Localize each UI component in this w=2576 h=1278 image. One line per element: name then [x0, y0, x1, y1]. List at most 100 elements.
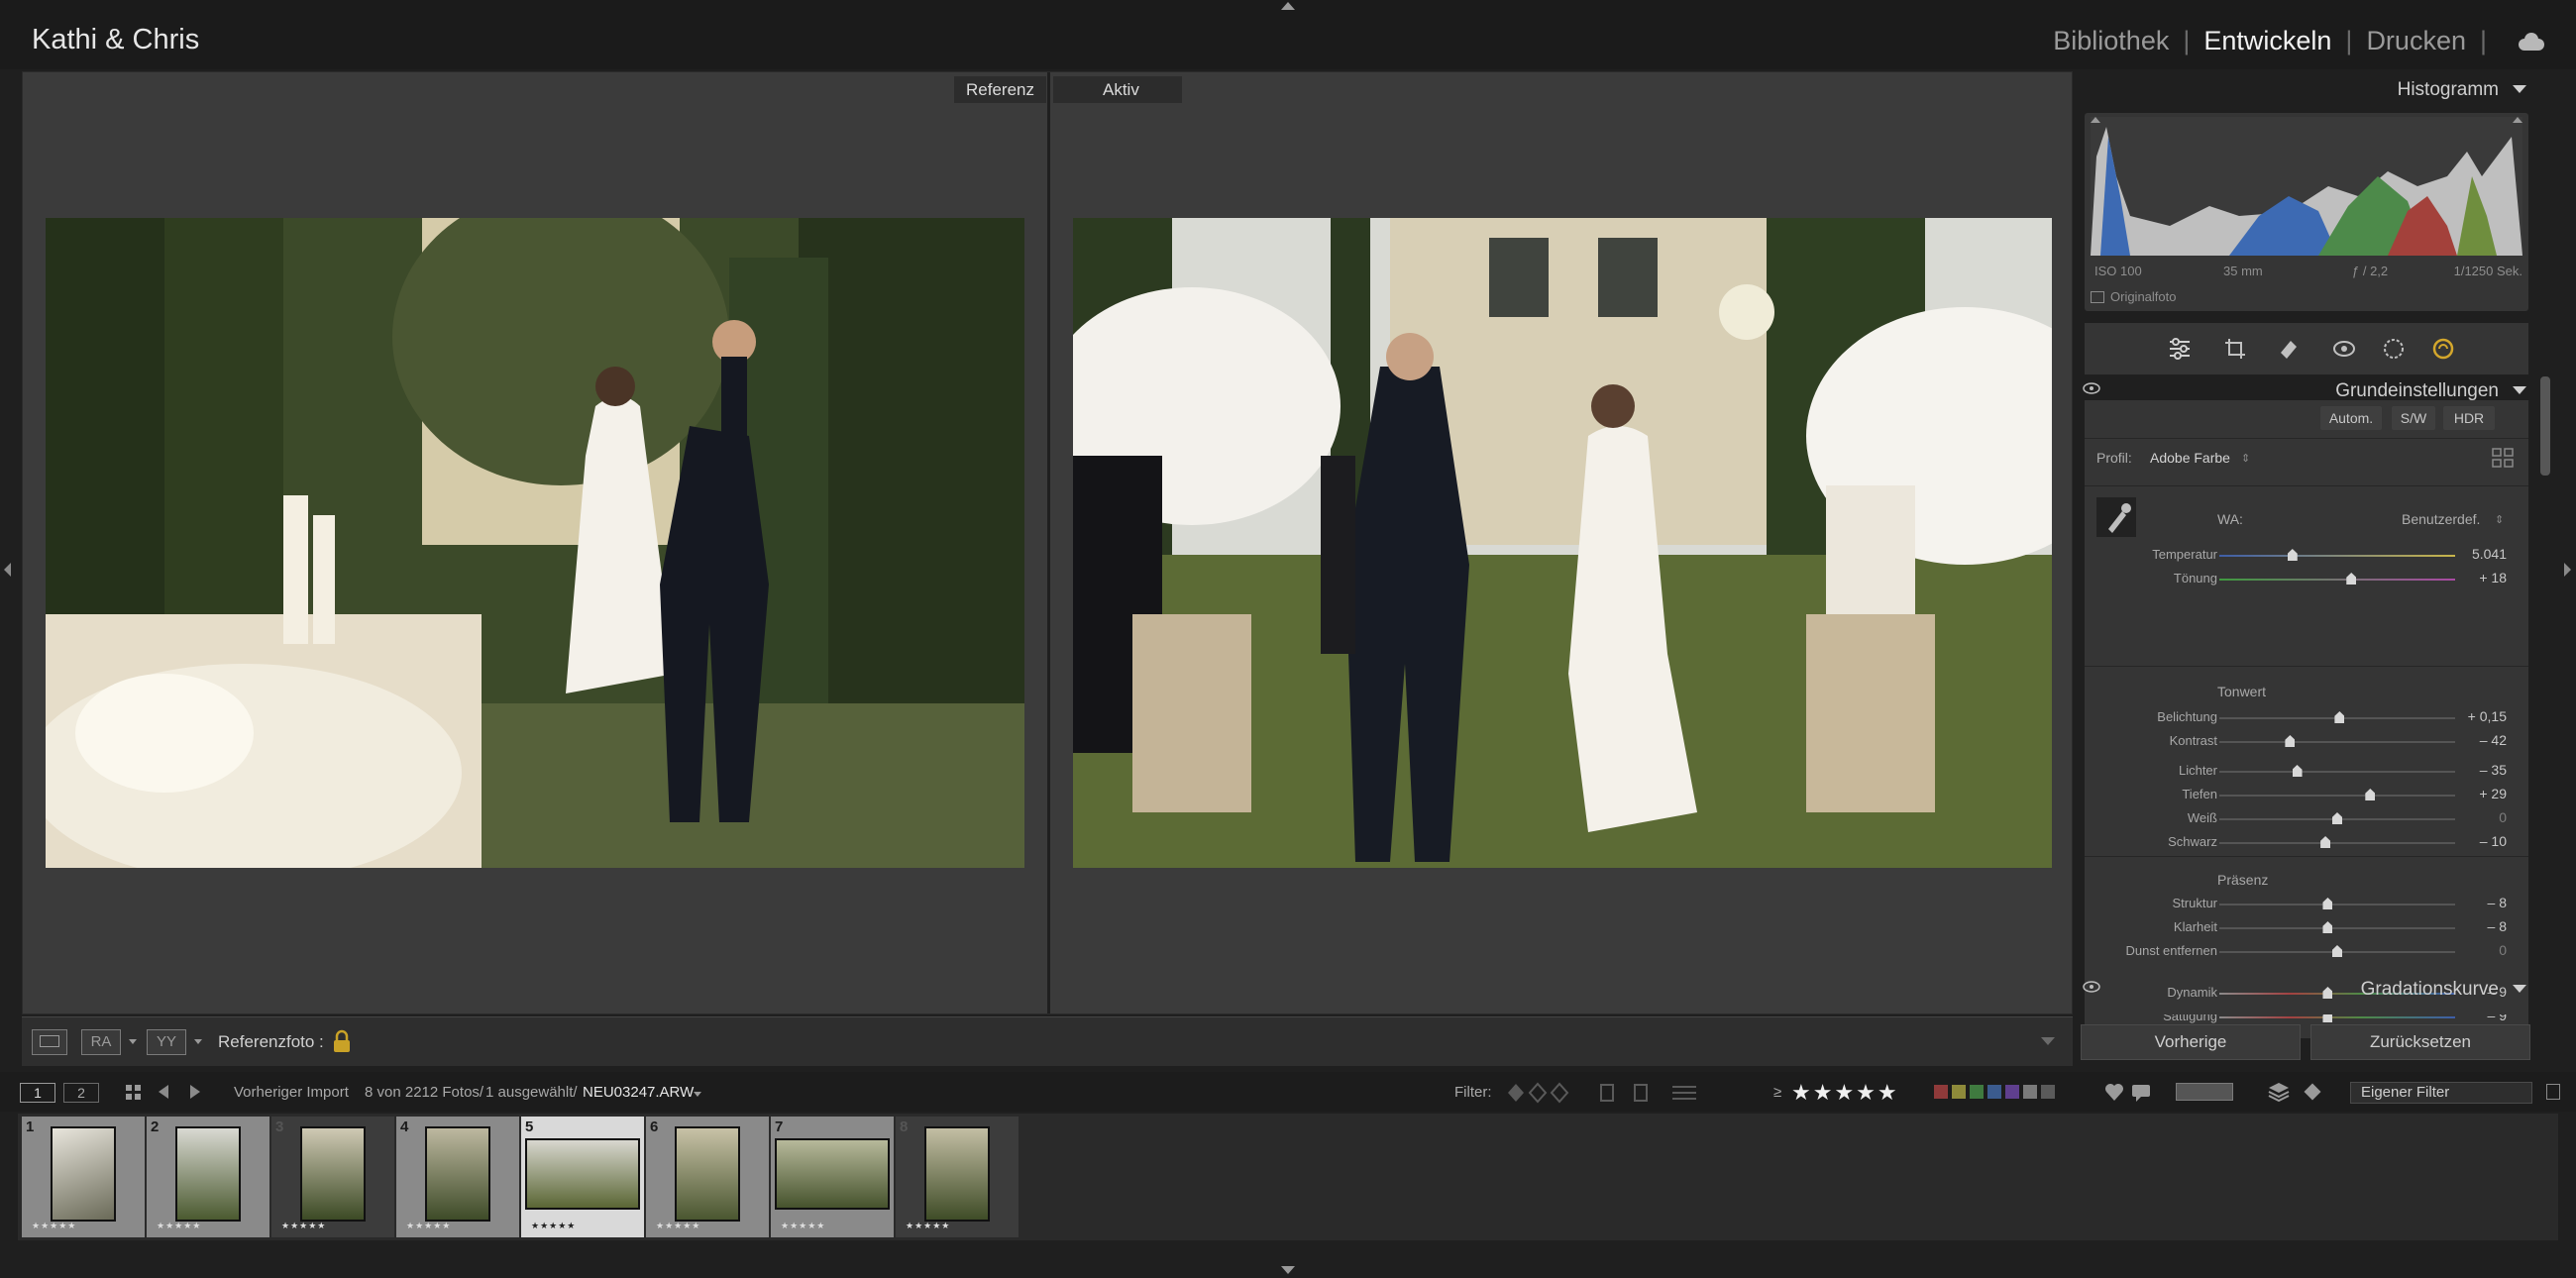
- masking-icon[interactable]: [2382, 337, 2406, 361]
- reset-button[interactable]: Zurücksetzen: [2310, 1024, 2530, 1060]
- filmstrip-thumbnail[interactable]: 7 ★★★★★: [771, 1117, 894, 1237]
- custom-label-swatch[interactable]: [2023, 1085, 2037, 1099]
- slider-track[interactable]: [2219, 1011, 2455, 1022]
- slider-track[interactable]: [2219, 812, 2455, 824]
- slider-handle[interactable]: [2285, 735, 2296, 747]
- red-eye-icon[interactable]: [2332, 337, 2356, 361]
- filter-lock-icon[interactable]: [2546, 1084, 2560, 1100]
- source-label[interactable]: Vorheriger Import: [234, 1084, 349, 1101]
- slider-track[interactable]: [2219, 921, 2455, 933]
- layers-icon[interactable]: [2267, 1081, 2291, 1103]
- back-arrow-icon[interactable]: [159, 1085, 168, 1099]
- previous-settings-button[interactable]: Vorherige: [2081, 1024, 2301, 1060]
- slider-handle[interactable]: [2332, 812, 2342, 824]
- red-label-swatch[interactable]: [1934, 1085, 1948, 1099]
- healing-icon[interactable]: [2277, 337, 2301, 361]
- highlight-clipping-icon[interactable]: [2513, 117, 2522, 123]
- filmstrip-thumbnail[interactable]: 6 ★★★★★: [646, 1117, 769, 1237]
- basic-panel-title[interactable]: Grundeinstellungen: [2335, 380, 2499, 402]
- slider-handle[interactable]: [2365, 789, 2376, 800]
- module-library[interactable]: Bibliothek: [2053, 26, 2169, 56]
- filmstrip-thumbnail[interactable]: 4 ★★★★★: [396, 1117, 519, 1237]
- lock-icon[interactable]: [331, 1029, 353, 1053]
- slider-value[interactable]: + 0,15: [2468, 708, 2507, 724]
- layout-dropdown-icon[interactable]: [129, 1039, 137, 1044]
- blue-label-swatch[interactable]: [1987, 1085, 2001, 1099]
- histogram[interactable]: ISO 100 35 mm ƒ / 2,2 1/1250 Sek. Origin…: [2085, 113, 2528, 311]
- slider-handle[interactable]: [2322, 921, 2333, 933]
- slider-value[interactable]: 0: [2499, 809, 2507, 825]
- slider-track[interactable]: [2219, 549, 2455, 561]
- forward-arrow-icon[interactable]: [190, 1085, 200, 1099]
- tone-curve-title[interactable]: Gradationskurve: [2361, 979, 2499, 1001]
- rating-filter-stars[interactable]: ★★★★★: [1791, 1080, 1899, 1106]
- module-print[interactable]: Drucken: [2366, 26, 2466, 56]
- slider-handle[interactable]: [2287, 549, 2298, 561]
- slider-handle[interactable]: [2334, 711, 2345, 723]
- black-white-button[interactable]: S/W: [2392, 406, 2435, 430]
- slider-handle[interactable]: [2320, 836, 2331, 848]
- collapse-right-panel-icon[interactable]: [2564, 563, 2571, 577]
- slider-track[interactable]: [2219, 735, 2455, 747]
- custom-filter-select[interactable]: Eigener Filter: [2350, 1082, 2532, 1104]
- filter-preset-diamond-icon[interactable]: [2304, 1083, 2321, 1101]
- presets-icon[interactable]: [2431, 337, 2455, 361]
- collapse-top-panel-icon[interactable]: [1281, 2, 1295, 10]
- reference-photo[interactable]: [46, 218, 1024, 868]
- visibility-eye-icon[interactable]: [2083, 382, 2100, 394]
- slider-handle[interactable]: [2322, 987, 2333, 999]
- slider-value[interactable]: – 10: [2480, 833, 2507, 849]
- split-layout-button[interactable]: YY: [147, 1029, 186, 1055]
- slider-value[interactable]: – 8: [2488, 895, 2507, 910]
- color-label-filter[interactable]: [1934, 1085, 2055, 1099]
- slider-value[interactable]: 0: [2499, 942, 2507, 958]
- slider-value[interactable]: + 29: [2479, 786, 2507, 801]
- ref-active-layout-button[interactable]: RA: [81, 1029, 121, 1055]
- slider-value[interactable]: – 42: [2480, 732, 2507, 748]
- slider-track[interactable]: [2219, 765, 2455, 777]
- slider-track[interactable]: [2219, 898, 2455, 909]
- filmstrip-thumbnail[interactable]: 3 ★★★★★: [271, 1117, 394, 1237]
- slider-track[interactable]: [2219, 945, 2455, 957]
- wb-dropdown-icon[interactable]: ⇕: [2495, 513, 2504, 526]
- toolbar-menu-icon[interactable]: [2041, 1037, 2055, 1045]
- histogram-collapse-icon[interactable]: [2513, 85, 2526, 93]
- collapse-left-panel-icon[interactable]: [4, 563, 11, 577]
- purple-label-swatch[interactable]: [2005, 1085, 2019, 1099]
- green-label-swatch[interactable]: [1970, 1085, 1984, 1099]
- slider-track[interactable]: [2219, 836, 2455, 848]
- module-develop[interactable]: Entwickeln: [2203, 26, 2331, 56]
- shadow-clipping-icon[interactable]: [2091, 117, 2100, 123]
- slider-track[interactable]: [2219, 711, 2455, 723]
- hdr-button[interactable]: HDR: [2443, 406, 2495, 430]
- rating-operator[interactable]: ≥: [1773, 1084, 1781, 1101]
- filename-dropdown-icon[interactable]: [694, 1092, 701, 1097]
- split-dropdown-icon[interactable]: [194, 1039, 202, 1044]
- crop-icon[interactable]: [2223, 337, 2247, 361]
- edit-sliders-icon[interactable]: [2168, 337, 2192, 361]
- slider-value[interactable]: – 35: [2480, 762, 2507, 778]
- filename[interactable]: NEU03247.ARW: [583, 1084, 694, 1101]
- profile-dropdown-icon[interactable]: ⇕: [2241, 452, 2250, 465]
- cloud-icon[interactable]: [2517, 32, 2546, 51]
- view-mode-button[interactable]: [32, 1029, 67, 1055]
- profile-browser-icon[interactable]: [2491, 446, 2515, 470]
- collapse-filmstrip-icon[interactable]: [1281, 1266, 1295, 1274]
- slider-handle[interactable]: [2322, 898, 2333, 909]
- histogram-title[interactable]: Histogramm: [2398, 79, 2499, 101]
- flag-filter-icons[interactable]: [1508, 1082, 1706, 1104]
- original-photo-checkbox[interactable]: [2091, 291, 2104, 303]
- active-photo[interactable]: [1073, 218, 2052, 868]
- kind-filter-icon[interactable]: [2176, 1083, 2233, 1101]
- filmstrip-thumbnail[interactable]: 2 ★★★★★: [147, 1117, 269, 1237]
- tone-curve-collapse-icon[interactable]: [2513, 985, 2526, 993]
- slider-handle[interactable]: [2346, 573, 2357, 585]
- wb-select[interactable]: Benutzerdef.: [2402, 511, 2480, 527]
- grid-view-icon[interactable]: [125, 1084, 143, 1102]
- filmstrip-thumbnail[interactable]: 8 ★★★★★: [896, 1117, 1019, 1237]
- white-balance-picker-icon[interactable]: [2096, 497, 2136, 537]
- window-1-button[interactable]: 1: [20, 1083, 55, 1103]
- no-label-swatch[interactable]: [2041, 1085, 2055, 1099]
- profile-select[interactable]: Adobe Farbe: [2150, 450, 2230, 466]
- auto-button[interactable]: Autom.: [2320, 406, 2382, 430]
